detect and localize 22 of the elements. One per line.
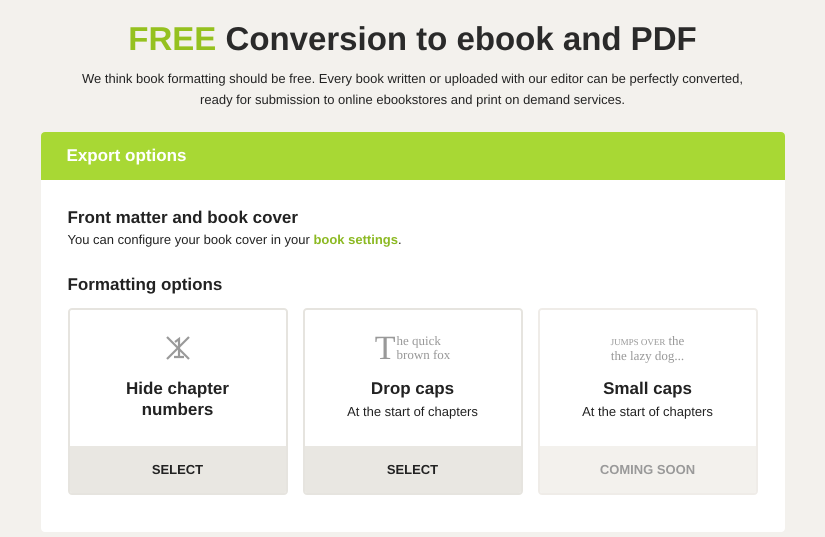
card-title: Small caps [602, 378, 693, 399]
preview-text: brown fox [396, 348, 450, 362]
panel-header: Export options [40, 132, 784, 180]
page-title: Conversion to ebook and PDF [225, 20, 697, 57]
preview-text: the lazy dog... [610, 349, 684, 363]
section-title: Formatting options [68, 274, 224, 296]
select-button[interactable]: SELECT [70, 446, 286, 493]
select-button[interactable]: SELECT [304, 446, 520, 493]
small-caps-text: JUMPS OVER [610, 337, 666, 347]
status-label: COMING SOON [540, 446, 756, 493]
intro-text: We think book formatting should be free. Every book written or uploaded with our editor can be perfectly converted, ready for submission to online ebookstores and print on demand services. [81, 70, 744, 109]
section-title: Front matter and book cover [68, 207, 299, 229]
card-title: Hide chapter numbers [125, 378, 230, 420]
heading-highlight: FREE [128, 20, 216, 57]
section-text: You can configure your book cover in your book settings. [68, 231, 403, 249]
drop-cap-letter: T [374, 334, 396, 364]
card-subtitle: At the start of chapters [582, 404, 713, 419]
preview-text: he quick [396, 334, 442, 348]
crossed-out-icon [164, 334, 192, 362]
card-subtitle: At the start of chapters [347, 404, 478, 419]
card-title: Drop caps [370, 378, 456, 399]
preview-text: the [668, 333, 684, 348]
